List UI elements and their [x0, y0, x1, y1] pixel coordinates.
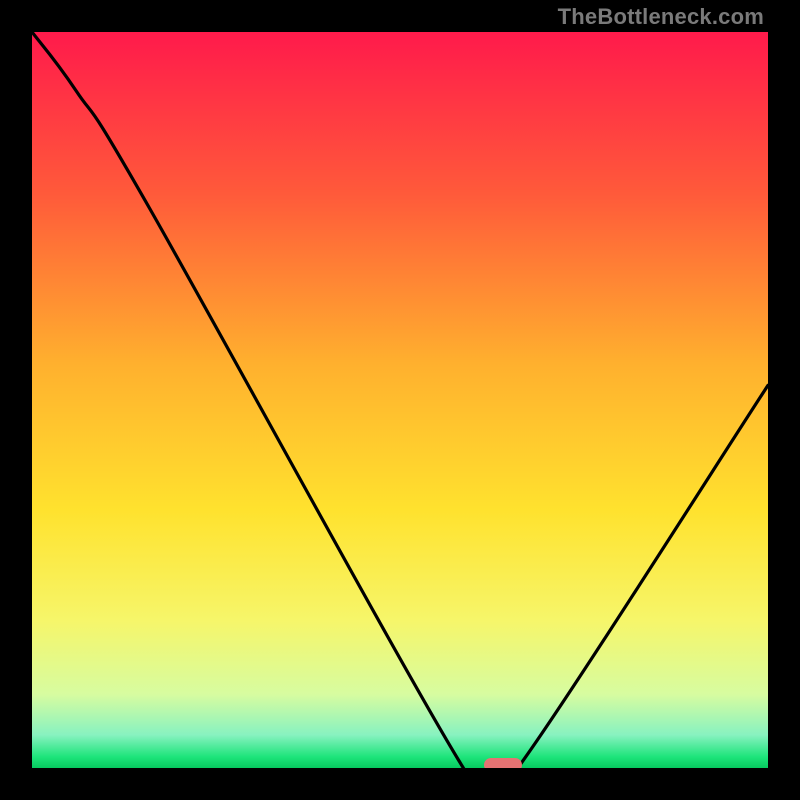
curve-layer: [32, 32, 768, 768]
chart-frame: TheBottleneck.com: [0, 0, 800, 800]
plot-area: [32, 32, 768, 768]
watermark-text: TheBottleneck.com: [558, 4, 764, 30]
bottleneck-curve: [32, 32, 768, 768]
minimum-marker: [484, 758, 521, 768]
